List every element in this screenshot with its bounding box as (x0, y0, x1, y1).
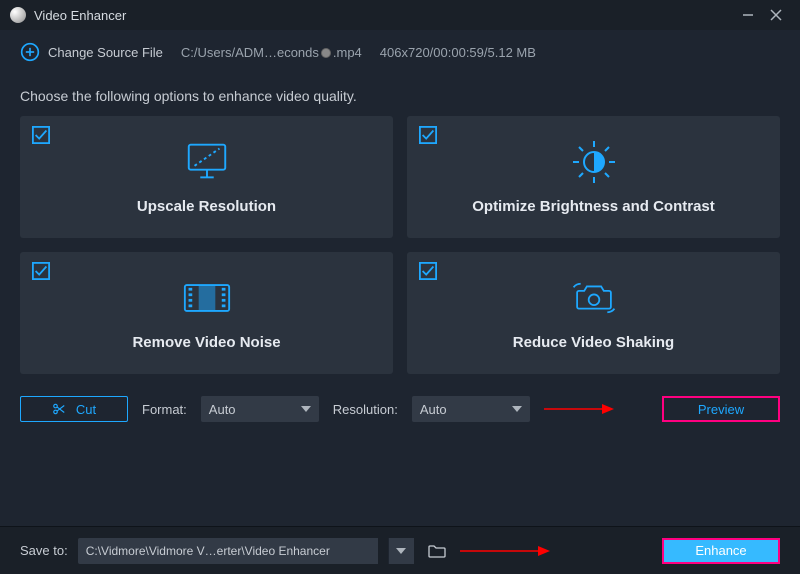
card-remove-noise[interactable]: Remove Video Noise (20, 252, 393, 374)
resolution-label: Resolution: (333, 402, 398, 417)
card-reduce-shaking[interactable]: Reduce Video Shaking (407, 252, 780, 374)
card-label: Upscale Resolution (137, 198, 276, 215)
card-label: Remove Video Noise (132, 334, 280, 351)
enhance-label: Enhance (695, 543, 746, 558)
card-brightness-contrast[interactable]: Optimize Brightness and Contrast (407, 116, 780, 238)
enhance-options-grid: Upscale Resolution (0, 116, 800, 374)
annotation-arrow (460, 550, 540, 552)
enhance-button[interactable]: Enhance (662, 538, 780, 564)
source-toolbar: Change Source File C:/Users/ADM…econds.m… (0, 30, 800, 74)
change-source-button[interactable]: Change Source File (20, 42, 163, 62)
instruction-text: Choose the following options to enhance … (0, 74, 800, 116)
format-label: Format: (142, 402, 187, 417)
close-button[interactable] (762, 5, 790, 25)
resolution-select[interactable]: Auto (412, 396, 530, 422)
checkbox-checked-icon[interactable] (32, 126, 50, 144)
change-source-label: Change Source File (48, 45, 163, 60)
resolution-value: Auto (420, 402, 447, 417)
disc-icon (321, 48, 331, 58)
cut-button[interactable]: Cut (20, 396, 128, 422)
save-path-dropdown[interactable] (388, 538, 414, 564)
window-title: Video Enhancer (34, 8, 126, 23)
card-upscale-resolution[interactable]: Upscale Resolution (20, 116, 393, 238)
card-label: Optimize Brightness and Contrast (472, 198, 715, 215)
format-value: Auto (209, 402, 236, 417)
preview-label: Preview (698, 402, 744, 417)
preview-button[interactable]: Preview (662, 396, 780, 422)
card-label: Reduce Video Shaking (513, 334, 674, 351)
source-filepath: C:/Users/ADM…econds.mp4 (181, 45, 362, 60)
monitor-icon (183, 140, 231, 184)
cut-label: Cut (76, 402, 96, 417)
checkbox-checked-icon[interactable] (32, 262, 50, 280)
annotation-arrow (544, 408, 604, 410)
brightness-icon (570, 140, 618, 184)
controls-row: Cut Format: Auto Resolution: Auto Previe… (0, 374, 800, 422)
chevron-down-icon (396, 548, 406, 554)
folder-icon (428, 544, 446, 558)
filmstrip-icon (183, 276, 231, 320)
source-fileinfo: 406x720/00:00:59/5.12 MB (380, 45, 536, 60)
chevron-down-icon (512, 406, 522, 412)
camera-shake-icon (570, 276, 618, 320)
checkbox-checked-icon[interactable] (419, 262, 437, 280)
title-bar: Video Enhancer (0, 0, 800, 30)
open-folder-button[interactable] (424, 538, 450, 564)
save-to-label: Save to: (20, 543, 68, 558)
chevron-down-icon (301, 406, 311, 412)
scissors-icon (52, 402, 66, 416)
save-path-field[interactable]: C:\Vidmore\Vidmore V…erter\Video Enhance… (78, 538, 378, 564)
plus-circle-icon (20, 42, 40, 62)
checkbox-checked-icon[interactable] (419, 126, 437, 144)
save-path-value: C:\Vidmore\Vidmore V…erter\Video Enhance… (86, 544, 330, 558)
app-icon (10, 7, 26, 23)
footer-bar: Save to: C:\Vidmore\Vidmore V…erter\Vide… (0, 526, 800, 574)
minimize-button[interactable] (734, 5, 762, 25)
format-select[interactable]: Auto (201, 396, 319, 422)
